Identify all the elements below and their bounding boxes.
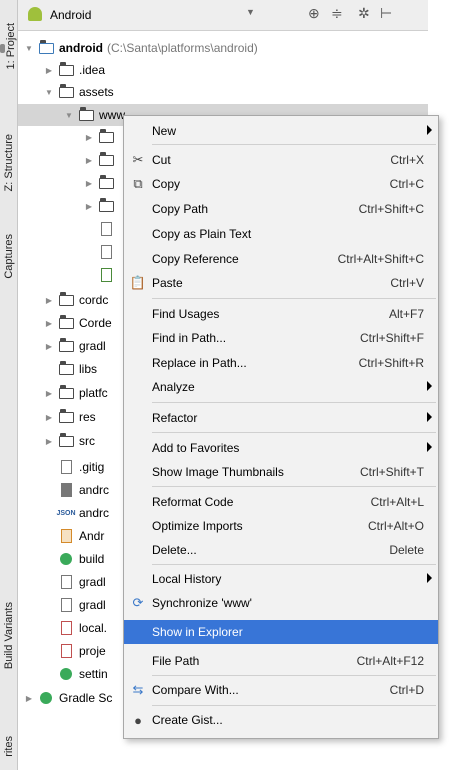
menu-item-local-history[interactable]: Local History — [124, 567, 438, 591]
menu-separator — [152, 144, 436, 145]
menu-item-add-to-favorites[interactable]: Add to Favorites — [124, 436, 438, 460]
gradle-icon — [38, 690, 54, 706]
menu-item-compare-with[interactable]: ⇆ Compare With... Ctrl+D — [124, 678, 438, 702]
tree-item[interactable]: ▼ assets — [18, 81, 454, 103]
module-folder-icon — [38, 39, 54, 56]
project-tab[interactable]: 1: Project — [0, 4, 17, 88]
submenu-arrow-icon — [427, 412, 432, 422]
folder-icon — [58, 432, 74, 449]
favorites-tab-label: rites — [2, 735, 15, 757]
context-menu: New ✂ Cut Ctrl+X ⧉ Copy Ctrl+C Copy Path Ctrl… — [123, 115, 439, 739]
folder-icon — [58, 314, 74, 331]
hide-icon[interactable]: ⊢ — [380, 5, 392, 22]
captures-tab-label: Captures — [2, 233, 15, 279]
project-tab-label: 1: Project — [5, 22, 17, 70]
gradle-icon — [58, 666, 74, 682]
folder-icon — [98, 174, 114, 191]
menu-separator — [152, 486, 436, 487]
github-icon: ● — [134, 712, 142, 728]
target-icon[interactable]: ⊕ — [308, 5, 320, 22]
properties-icon — [58, 643, 74, 659]
sync-icon: ⟳ — [132, 595, 144, 610]
submenu-arrow-icon — [427, 381, 432, 391]
build-variants-tab[interactable]: Build Variants — [0, 582, 17, 690]
file-icon — [58, 459, 74, 475]
root-path: (C:\Santa\platforms\android) — [107, 41, 258, 55]
android-icon — [28, 7, 42, 21]
folder-icon — [98, 197, 114, 214]
captures-tab[interactable]: Captures — [0, 225, 17, 287]
submenu-arrow-icon — [427, 125, 432, 135]
submenu-arrow-icon — [427, 573, 432, 583]
menu-item-optimize-imports[interactable]: Optimize Imports Ctrl+Alt+O — [124, 514, 438, 538]
compare-icon: ⇆ — [132, 682, 144, 697]
folder-icon — [58, 337, 74, 354]
view-select[interactable]: Android — [50, 8, 91, 22]
menu-item-delete[interactable]: Delete... Delete — [124, 538, 438, 562]
menu-item-find-in-path[interactable]: Find in Path... Ctrl+Shift+F — [124, 326, 438, 350]
collapse-icon[interactable]: ≑ — [331, 5, 343, 22]
menu-item-synchronize[interactable]: ⟳ Synchronize 'www' — [124, 591, 438, 615]
menu-separator — [152, 564, 436, 565]
file-icon — [58, 597, 74, 613]
menu-item-show-image-thumbnails[interactable]: Show Image Thumbnails Ctrl+Shift+T — [124, 460, 438, 484]
menu-separator — [152, 675, 436, 676]
menu-item-copy-plain-text[interactable]: Copy as Plain Text — [124, 222, 438, 246]
folder-icon — [58, 61, 74, 78]
build-variants-tab-label: Build Variants — [2, 602, 15, 670]
submenu-arrow-icon — [427, 442, 432, 452]
menu-item-find-usages[interactable]: Find Usages Alt+F7 — [124, 302, 438, 326]
folder-icon — [78, 106, 94, 123]
menu-item-analyze[interactable]: Analyze — [124, 375, 438, 399]
menu-item-replace-in-path[interactable]: Replace in Path... Ctrl+Shift+R — [124, 351, 438, 375]
menu-item-copy-reference[interactable]: Copy Reference Ctrl+Alt+Shift+C — [124, 247, 438, 271]
file-icon — [58, 574, 74, 590]
folder-icon — [58, 291, 74, 308]
folder-icon — [58, 83, 74, 100]
tool-window-strip: 1: Project Z: Structure Captures Build V… — [0, 0, 18, 770]
menu-item-paste[interactable]: 📋 Paste Ctrl+V — [124, 271, 438, 295]
file-icon — [98, 244, 114, 260]
copy-icon: ⧉ — [133, 176, 143, 191]
menu-separator — [152, 432, 436, 433]
json-icon: JSON — [56, 509, 76, 517]
menu-item-refactor[interactable]: Refactor — [124, 406, 438, 430]
expand-arrow-icon[interactable]: ▼ — [24, 44, 34, 53]
project-toolbar: Android ▼ ⊕ ≑ ✲ ⊢ — [18, 0, 428, 31]
menu-item-reformat-code[interactable]: Reformat Code Ctrl+Alt+L — [124, 490, 438, 514]
menu-item-copy-path[interactable]: Copy Path Ctrl+Shift+C — [124, 197, 438, 221]
scissors-icon: ✂ — [132, 152, 144, 167]
tree-root[interactable]: ▼ android (C:\Santa\platforms\android) — [18, 37, 434, 59]
file-icon — [58, 482, 74, 498]
gear-icon[interactable]: ✲ — [358, 5, 370, 22]
file-icon — [98, 221, 114, 237]
xml-icon — [58, 528, 74, 544]
structure-tab[interactable]: Z: Structure — [0, 118, 17, 208]
gradle-icon — [58, 551, 74, 567]
file-icon — [98, 267, 114, 283]
menu-item-file-path[interactable]: File Path Ctrl+Alt+F12 — [124, 649, 438, 673]
menu-separator — [152, 402, 436, 403]
menu-item-new[interactable]: New — [124, 119, 438, 143]
menu-item-copy[interactable]: ⧉ Copy Ctrl+C — [124, 172, 438, 196]
menu-item-show-in-explorer[interactable]: Show in Explorer — [124, 620, 438, 644]
root-name: android — [59, 41, 103, 55]
menu-item-cut[interactable]: ✂ Cut Ctrl+X — [124, 148, 438, 172]
folder-icon — [98, 128, 114, 145]
structure-tab-label: Z: Structure — [2, 134, 15, 192]
properties-icon — [58, 620, 74, 636]
clipboard-icon: 📋 — [129, 275, 147, 290]
folder-icon — [98, 151, 114, 168]
menu-item-create-gist[interactable]: ● Create Gist... — [124, 708, 438, 732]
dropdown-arrow-icon[interactable]: ▼ — [246, 7, 255, 17]
folder-icon — [58, 408, 74, 425]
menu-separator — [152, 298, 436, 299]
tree-item[interactable]: ▶ .idea — [18, 59, 454, 81]
menu-separator — [152, 705, 436, 706]
folder-icon — [58, 384, 74, 401]
favorites-tab[interactable]: rites — [0, 722, 17, 770]
folder-icon — [58, 360, 74, 377]
